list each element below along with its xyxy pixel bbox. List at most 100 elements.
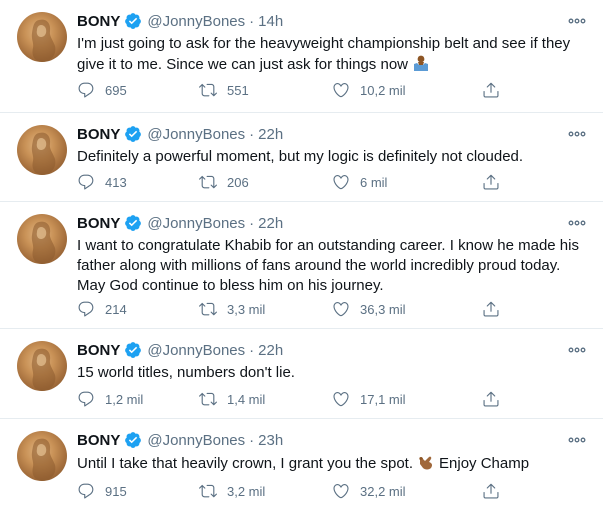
retweet-button[interactable]: 3,3 mil bbox=[199, 299, 265, 319]
user-handle[interactable]: @JonnyBones bbox=[147, 432, 245, 449]
like-count: 10,2 mil bbox=[360, 82, 406, 98]
reply-icon bbox=[78, 82, 94, 98]
reply-icon bbox=[78, 483, 94, 499]
verified-badge-icon bbox=[124, 125, 142, 143]
like-count: 6 mil bbox=[360, 174, 388, 190]
retweet-button[interactable]: 206 bbox=[199, 172, 249, 192]
reply-count: 214 bbox=[105, 301, 127, 317]
tweet[interactable]: BONY @JonnyBones · 22h 15 world titles, … bbox=[0, 329, 603, 419]
tweet-text: I want to congratulate Khabib for an out… bbox=[77, 237, 579, 294]
tweet[interactable]: BONY @JonnyBones · 22h Definitely a powe… bbox=[0, 113, 603, 202]
display-name[interactable]: BONY bbox=[77, 126, 120, 143]
display-name[interactable]: BONY bbox=[77, 342, 120, 359]
tweet-header: BONY @JonnyBones · 14h bbox=[77, 10, 283, 32]
more-options-icon[interactable] bbox=[565, 343, 589, 357]
like-button[interactable]: 17,1 mil bbox=[332, 389, 406, 409]
retweet-count: 3,2 mil bbox=[227, 483, 266, 499]
more-options-icon[interactable] bbox=[565, 127, 589, 141]
like-button[interactable]: 32,2 mil bbox=[332, 481, 406, 501]
retweet-count: 206 bbox=[227, 174, 249, 190]
reply-button[interactable]: 695 bbox=[77, 80, 127, 100]
tweet-header: BONY @JonnyBones · 22h bbox=[77, 339, 283, 361]
avatar[interactable] bbox=[17, 341, 67, 391]
avatar[interactable] bbox=[17, 214, 67, 264]
reply-button[interactable]: 1,2 mil bbox=[77, 389, 143, 409]
tweet[interactable]: BONY @JonnyBones · 22h I want to congrat… bbox=[0, 202, 603, 329]
avatar[interactable] bbox=[17, 431, 67, 481]
like-icon bbox=[333, 175, 349, 190]
retweet-icon bbox=[199, 484, 217, 498]
tweet-actions: 214 3,3 mil 36,3 mil bbox=[77, 299, 507, 319]
more-options-icon[interactable] bbox=[565, 433, 589, 447]
retweet-icon bbox=[199, 175, 217, 189]
like-count: 36,3 mil bbox=[360, 301, 406, 317]
tweet-text: Until I take that heavily crown, I grant… bbox=[77, 455, 530, 472]
timestamp[interactable]: 22h bbox=[258, 215, 283, 232]
separator-dot: · bbox=[249, 125, 255, 143]
verified-badge-icon bbox=[124, 431, 142, 449]
more-options-icon[interactable] bbox=[565, 216, 589, 230]
verified-badge-icon bbox=[124, 12, 142, 30]
like-button[interactable]: 10,2 mil bbox=[332, 80, 406, 100]
like-button[interactable]: 36,3 mil bbox=[332, 299, 406, 319]
tweet-actions: 695 551 10,2 mil bbox=[77, 80, 507, 100]
share-icon bbox=[483, 82, 499, 98]
like-button[interactable]: 6 mil bbox=[332, 172, 387, 192]
tweet[interactable]: BONY @JonnyBones · 23h Until I take that… bbox=[0, 419, 603, 512]
retweet-icon bbox=[199, 302, 217, 316]
like-icon bbox=[333, 484, 349, 499]
reply-button[interactable]: 214 bbox=[77, 299, 127, 319]
timestamp[interactable]: 14h bbox=[258, 13, 283, 30]
like-icon bbox=[333, 83, 349, 98]
share-button[interactable] bbox=[482, 389, 500, 409]
verified-badge-icon bbox=[124, 341, 142, 359]
user-handle[interactable]: @JonnyBones bbox=[147, 13, 245, 30]
tweet-header: BONY @JonnyBones · 22h bbox=[77, 212, 283, 234]
retweet-count: 1,4 mil bbox=[227, 391, 266, 407]
retweet-icon bbox=[199, 83, 217, 97]
timestamp[interactable]: 22h bbox=[258, 342, 283, 359]
share-button[interactable] bbox=[482, 80, 500, 100]
reply-button[interactable]: 915 bbox=[77, 481, 127, 501]
tweet-text: Definitely a powerful moment, but my log… bbox=[77, 148, 524, 165]
share-icon bbox=[483, 483, 499, 499]
like-count: 17,1 mil bbox=[360, 391, 406, 407]
reply-button[interactable]: 413 bbox=[77, 172, 127, 192]
share-icon bbox=[483, 174, 499, 190]
timestamp[interactable]: 23h bbox=[258, 432, 283, 449]
share-icon bbox=[483, 391, 499, 407]
avatar[interactable] bbox=[17, 12, 67, 62]
retweet-icon bbox=[199, 392, 217, 406]
share-icon bbox=[483, 301, 499, 317]
reply-count: 1,2 mil bbox=[105, 391, 144, 407]
like-icon bbox=[333, 302, 349, 317]
tweet-header: BONY @JonnyBones · 22h bbox=[77, 123, 283, 145]
retweet-button[interactable]: 1,4 mil bbox=[199, 389, 265, 409]
like-count: 32,2 mil bbox=[360, 483, 406, 499]
timeline-feed: BONY @JonnyBones · 14h I'm just going to… bbox=[0, 0, 603, 512]
share-button[interactable] bbox=[482, 481, 500, 501]
person-shrugging-emoji bbox=[412, 54, 430, 72]
separator-dot: · bbox=[249, 341, 255, 359]
reply-icon bbox=[78, 174, 94, 190]
retweet-button[interactable]: 551 bbox=[199, 80, 249, 100]
display-name[interactable]: BONY bbox=[77, 432, 120, 449]
display-name[interactable]: BONY bbox=[77, 13, 120, 30]
tweet-text: I'm just going to ask for the heavyweigh… bbox=[77, 35, 571, 73]
more-options-icon[interactable] bbox=[565, 14, 589, 28]
share-button[interactable] bbox=[482, 172, 500, 192]
tweet-text: 15 world titles, numbers don't lie. bbox=[77, 364, 295, 381]
avatar[interactable] bbox=[17, 125, 67, 175]
share-button[interactable] bbox=[482, 299, 500, 319]
user-handle[interactable]: @JonnyBones bbox=[147, 126, 245, 143]
separator-dot: · bbox=[249, 12, 255, 30]
user-handle[interactable]: @JonnyBones bbox=[147, 215, 245, 232]
like-icon bbox=[333, 392, 349, 407]
display-name[interactable]: BONY bbox=[77, 215, 120, 232]
retweet-button[interactable]: 3,2 mil bbox=[199, 481, 265, 501]
reply-icon bbox=[78, 301, 94, 317]
timestamp[interactable]: 22h bbox=[258, 126, 283, 143]
reply-icon bbox=[78, 391, 94, 407]
tweet[interactable]: BONY @JonnyBones · 14h I'm just going to… bbox=[0, 0, 603, 113]
user-handle[interactable]: @JonnyBones bbox=[147, 342, 245, 359]
